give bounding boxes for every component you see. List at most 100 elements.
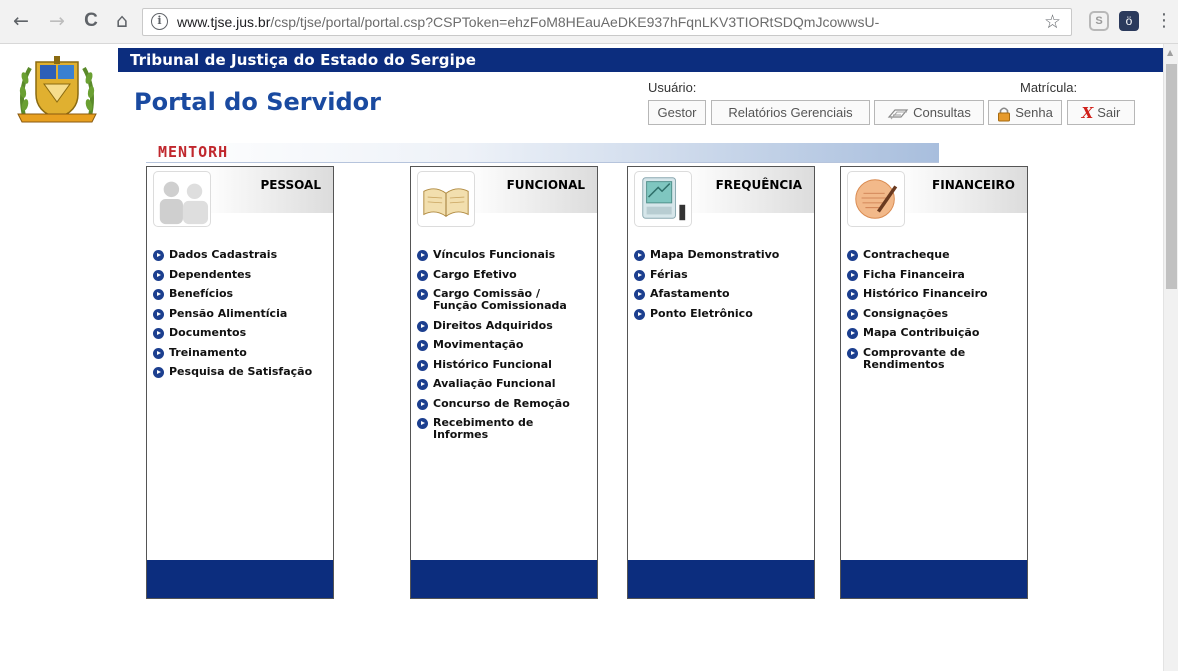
relatorios-gerenciais-button[interactable]: Relatórios Gerenciais [711, 100, 870, 125]
menu-item-comprovante-rendimentos[interactable]: Comprovante de Rendimentos [847, 346, 988, 371]
arrow-bullet-icon [847, 269, 858, 281]
back-arrow-icon[interactable]: ← [10, 10, 32, 32]
menu-item-vinculos-funcionais[interactable]: Vínculos Funcionais [417, 249, 570, 261]
mentorh-band: MENTORH [146, 143, 939, 163]
arrow-bullet-icon [153, 269, 164, 281]
menu-item-mapa-contribuicao[interactable]: Mapa Contribuição [847, 327, 988, 339]
arrow-bullet-icon [417, 379, 428, 390]
menu-item-ponto-eletronico[interactable]: Ponto Eletrônico [634, 306, 779, 320]
panel-title: PESSOAL [260, 178, 321, 192]
arrow-bullet-icon [153, 308, 164, 320]
reload-icon[interactable]: C [80, 10, 102, 32]
menu-item-label: Histórico Funcional [433, 357, 552, 371]
extension-icon[interactable]: ö [1119, 11, 1139, 31]
menu-item-documentos[interactable]: Documentos [153, 327, 312, 339]
menu-item-label: Ficha Financeira [863, 267, 965, 281]
menu-item-concurso-remocao[interactable]: Concurso de Remoção [417, 396, 570, 410]
menu-item-dados-cadastrais[interactable]: Dados Cadastrais [153, 249, 312, 261]
arrow-bullet-icon [417, 418, 428, 429]
menu-item-mapa-demonstrativo[interactable]: Mapa Demonstrativo [634, 249, 779, 261]
menu-item-label: Dados Cadastrais [169, 248, 278, 261]
panel-footer [411, 560, 597, 598]
menu-item-direitos-adquiridos[interactable]: Direitos Adquiridos [417, 318, 570, 332]
arrow-bullet-icon [634, 289, 645, 300]
menu-item-ficha-financeira[interactable]: Ficha Financeira [847, 267, 988, 281]
menu-item-label: Pensão Alimentícia [169, 306, 288, 320]
url-host: www.tjse.jus.br [177, 14, 271, 30]
finance-document-icon [847, 171, 905, 227]
menu-item-pesquisa-satisfacao[interactable]: Pesquisa de Satisfação [153, 366, 312, 378]
skype-extension-icon[interactable]: S [1089, 11, 1109, 31]
portal-title: Portal do Servidor [134, 88, 381, 116]
menu-item-label: Avaliação Funcional [433, 377, 556, 390]
browser-toolbar: ← → C ⌂ i www.tjse.jus.br/csp/tjse/porta… [0, 0, 1178, 44]
matricula-label: Matrícula: [1020, 80, 1078, 95]
funcional-menu: Vínculos Funcionais Cargo Efetivo Cargo … [417, 249, 570, 449]
panel-title: FREQUÊNCIA [715, 178, 802, 192]
menu-item-pensao-alimenticia[interactable]: Pensão Alimentícia [153, 306, 312, 320]
menu-item-label: Mapa Contribuição [863, 326, 980, 339]
address-bar[interactable]: i www.tjse.jus.br/csp/tjse/portal/portal… [142, 8, 1072, 36]
url-text[interactable]: www.tjse.jus.br/csp/tjse/portal/portal.c… [177, 14, 879, 30]
vertical-scrollbar[interactable]: ▲ [1163, 44, 1178, 671]
menu-item-consignacoes[interactable]: Consignações [847, 306, 988, 320]
arrow-bullet-icon [847, 308, 858, 320]
menu-item-label: Direitos Adquiridos [433, 318, 553, 332]
panel-title: FUNCIONAL [506, 178, 585, 192]
menu-item-label: Pesquisa de Satisfação [169, 365, 313, 378]
menu-item-avaliacao-funcional[interactable]: Avaliação Funcional [417, 378, 570, 390]
court-name: Tribunal de Justiça do Estado do Sergipe [130, 51, 476, 69]
senha-button-label: Senha [1015, 105, 1053, 120]
menu-item-label: Recebimento de Informes [433, 416, 534, 441]
home-icon[interactable]: ⌂ [111, 10, 133, 32]
scroll-thumb[interactable] [1166, 64, 1177, 289]
arrow-bullet-icon [153, 289, 164, 300]
info-icon[interactable]: i [151, 13, 168, 30]
scroll-up-arrow-icon[interactable]: ▲ [1167, 48, 1173, 57]
browser-menu-icon[interactable]: ⋮ [1155, 10, 1173, 32]
menu-item-label: Consignações [863, 306, 948, 320]
consultas-button-label: Consultas [913, 105, 971, 120]
people-icon [153, 171, 211, 227]
menu-item-label: Concurso de Remoção [433, 396, 570, 410]
menu-item-recebimento-informes[interactable]: Recebimento de Informes [417, 417, 570, 441]
menu-item-label: Ponto Eletrônico [650, 306, 753, 320]
arrow-bullet-icon [417, 320, 428, 332]
menu-item-ferias[interactable]: Férias [634, 268, 779, 281]
senha-button[interactable]: Senha [988, 100, 1062, 125]
menu-item-label: Mapa Demonstrativo [650, 248, 780, 261]
arrow-bullet-icon [417, 359, 428, 371]
usuario-label: Usuário: [648, 80, 697, 95]
panel-title: FINANCEIRO [932, 178, 1015, 192]
arrow-bullet-icon [847, 328, 858, 339]
panel-frequencia: FREQUÊNCIA Mapa Demonstrativo Férias Afa… [627, 166, 815, 599]
menu-item-contracheque[interactable]: Contracheque [847, 249, 988, 261]
url-path: /csp/tjse/portal/portal.csp?CSPToken=ehz… [270, 14, 880, 30]
menu-item-treinamento[interactable]: Treinamento [153, 346, 312, 359]
consultas-button[interactable]: Consultas [874, 100, 984, 125]
menu-item-movimentacao[interactable]: Movimentação [417, 339, 570, 351]
menu-item-cargo-efetivo[interactable]: Cargo Efetivo [417, 267, 570, 281]
forward-arrow-icon[interactable]: → [46, 10, 68, 32]
bookmark-star-icon[interactable]: ☆ [1044, 11, 1061, 33]
gestor-button[interactable]: Gestor [648, 100, 706, 125]
time-clock-icon [634, 171, 692, 227]
menu-item-historico-financeiro[interactable]: Histórico Financeiro [847, 288, 988, 300]
menu-item-label: Dependentes [169, 267, 252, 281]
sair-button[interactable]: X Sair [1067, 100, 1135, 125]
menu-item-label: Contracheque [863, 248, 950, 261]
menu-item-label: Afastamento [650, 287, 730, 300]
panel-funcional: FUNCIONAL Vínculos Funcionais Cargo Efet… [410, 166, 598, 599]
menu-item-cargo-comissao[interactable]: Cargo Comissão / Função Comissionada [417, 288, 570, 312]
menu-item-afastamento[interactable]: Afastamento [634, 288, 779, 300]
court-crest-logo [17, 56, 97, 123]
sair-button-label: Sair [1097, 105, 1121, 120]
arrow-bullet-icon [634, 269, 645, 281]
menu-item-dependentes[interactable]: Dependentes [153, 267, 312, 281]
arrow-bullet-icon [153, 328, 164, 339]
menu-item-label: Cargo Comissão / Função Comissionada [433, 287, 567, 312]
menu-item-historico-funcional[interactable]: Histórico Funcional [417, 357, 570, 371]
menu-item-beneficios[interactable]: Benefícios [153, 288, 312, 300]
menu-item-label: Cargo Efetivo [433, 267, 517, 281]
panel-footer [628, 560, 814, 598]
